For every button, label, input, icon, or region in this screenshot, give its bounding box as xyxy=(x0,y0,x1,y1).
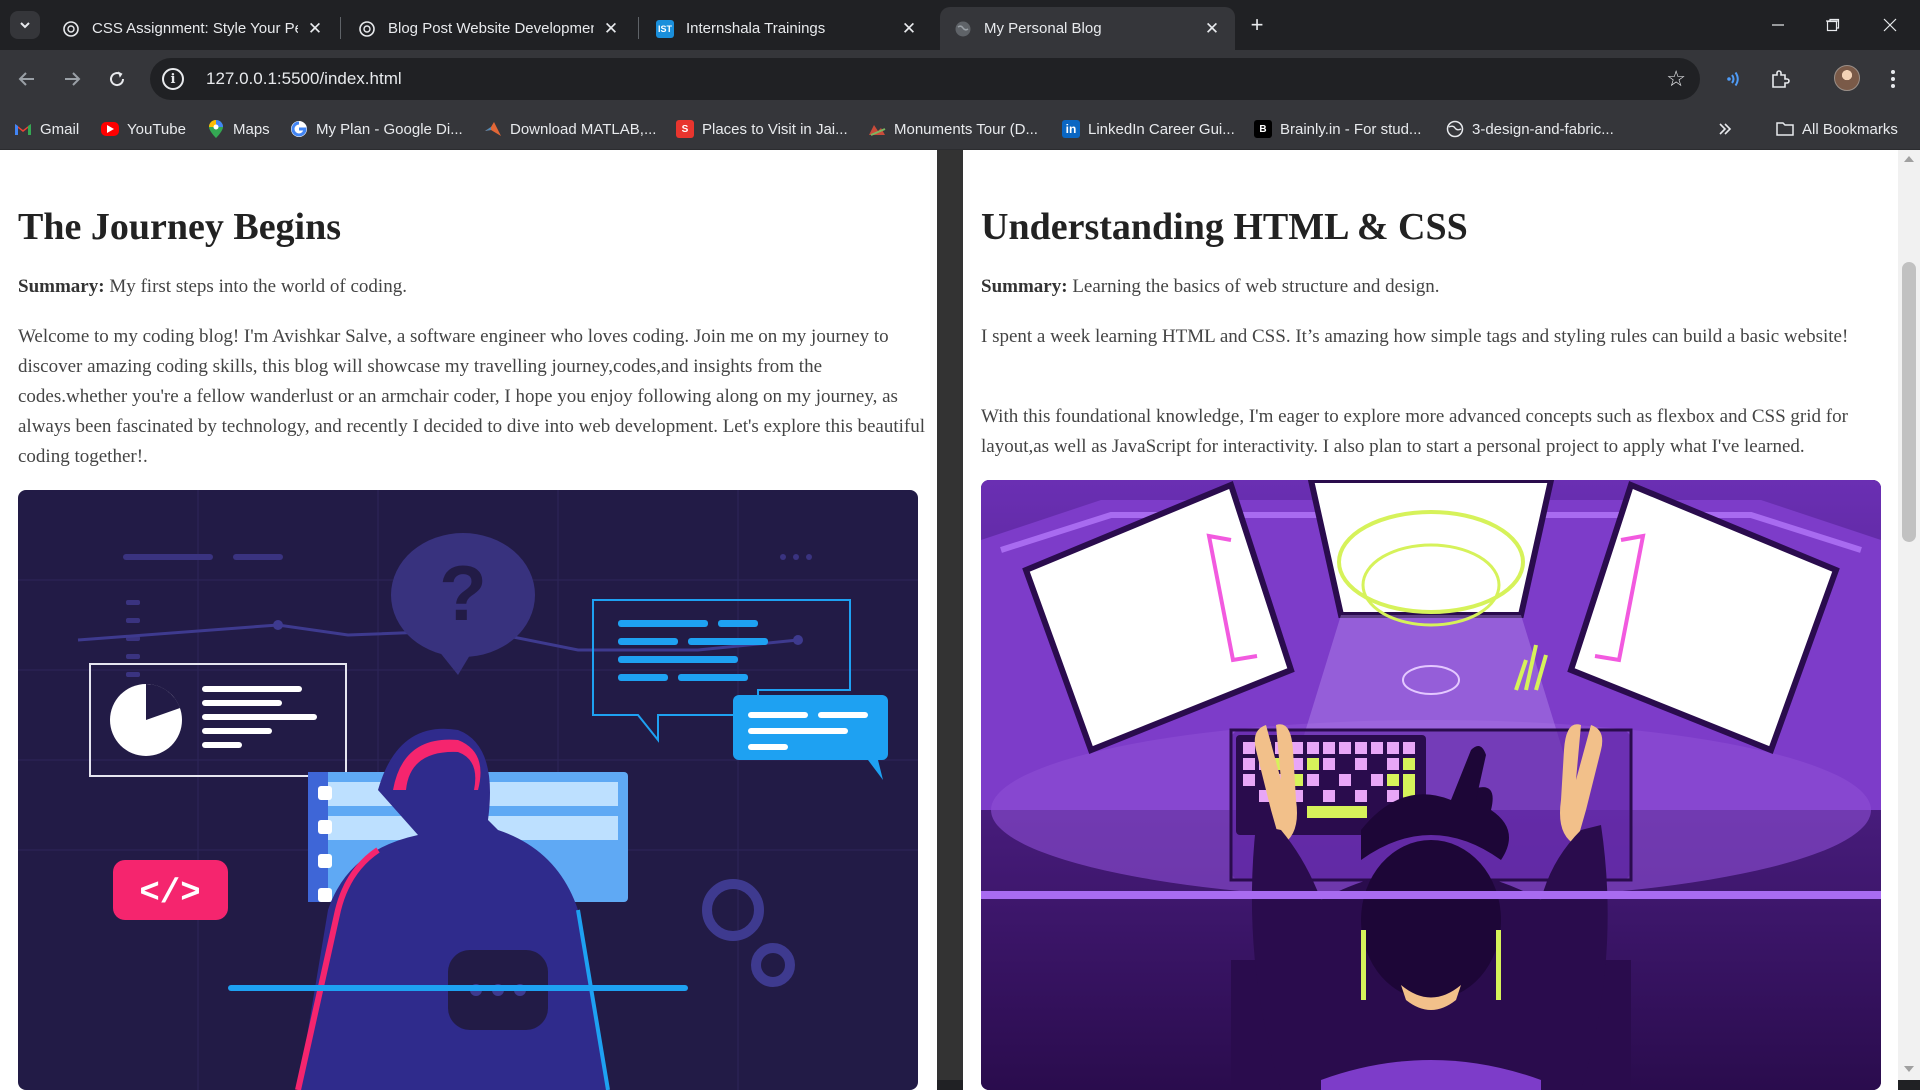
close-icon[interactable]: ✕ xyxy=(306,19,324,38)
minimize-icon[interactable] xyxy=(1758,10,1798,40)
tab-search-button[interactable] xyxy=(10,11,40,39)
bookmark-label: Brainly.in - For stud... xyxy=(1280,120,1422,138)
bookmark-places[interactable]: S Places to Visit in Jai... xyxy=(676,117,848,141)
globe-icon xyxy=(954,20,972,38)
bookmark-matlab[interactable]: Download MATLAB,... xyxy=(484,117,656,141)
monuments-icon xyxy=(868,120,886,138)
restore-icon[interactable] xyxy=(1813,10,1853,40)
matlab-icon xyxy=(484,120,502,138)
chevron-down-icon xyxy=(20,22,30,29)
page-scrollbar[interactable] xyxy=(1898,150,1920,1080)
openai-icon xyxy=(62,20,80,38)
all-bookmarks-button[interactable]: All Bookmarks xyxy=(1776,117,1898,141)
internshala-icon: IST xyxy=(656,19,674,38)
blog-post-card: The Journey Begins Summary: My first ste… xyxy=(0,150,937,1090)
bookmark-brainly[interactable]: B Brainly.in - For stud... xyxy=(1254,117,1421,141)
page-viewport: The Journey Begins Summary: My first ste… xyxy=(0,150,1920,1090)
openai-icon xyxy=(358,20,376,38)
bookmark-gmail[interactable]: Gmail xyxy=(14,117,79,141)
post-title: Understanding HTML & CSS xyxy=(981,206,1468,248)
tab-css-assignment[interactable]: CSS Assignment: Style Your Pers ✕ xyxy=(48,7,338,50)
menu-dots-icon[interactable] xyxy=(1876,62,1910,96)
gaming-setup-illustration xyxy=(981,480,1881,1090)
tab-internshala[interactable]: IST Internshala Trainings ✕ xyxy=(642,7,932,50)
places-icon: S xyxy=(676,120,694,138)
tab-strip: CSS Assignment: Style Your Pers ✕ Blog P… xyxy=(0,0,1920,50)
bookmark-monuments[interactable]: Monuments Tour (D... xyxy=(868,117,1038,141)
bookmark-linkedin[interactable]: in LinkedIn Career Gui... xyxy=(1062,117,1235,141)
close-icon[interactable]: ✕ xyxy=(602,19,620,38)
bookmark-label: LinkedIn Career Gui... xyxy=(1088,120,1235,138)
bookmark-youtube[interactable]: YouTube xyxy=(101,117,186,141)
post-paragraph: I spent a week learning HTML and CSS. It… xyxy=(981,326,1849,347)
profile-avatar[interactable] xyxy=(1834,65,1860,91)
code-tag-text: </> xyxy=(139,875,200,913)
reload-icon[interactable] xyxy=(100,62,134,96)
bookmark-design-fabric[interactable]: 3-design-and-fabric... xyxy=(1446,117,1614,141)
folder-icon xyxy=(1776,120,1794,138)
post-title: The Journey Begins xyxy=(18,206,342,248)
read-aloud-icon[interactable] xyxy=(1716,62,1750,96)
bookmarks-overflow-icon[interactable] xyxy=(1718,117,1732,141)
bookmark-label: All Bookmarks xyxy=(1802,120,1898,138)
bookmark-label: Monuments Tour (D... xyxy=(894,120,1038,138)
bookmark-label: My Plan - Google Di... xyxy=(316,120,463,138)
question-mark-text: ? xyxy=(439,549,487,637)
coding-illustration: ? </> xyxy=(18,490,918,1090)
bookmark-star-icon[interactable]: ☆ xyxy=(1666,66,1686,92)
youtube-icon xyxy=(101,122,119,136)
browser-toolbar: i 127.0.0.1:5500/index.html ☆ xyxy=(0,50,1920,108)
back-icon[interactable] xyxy=(10,62,44,96)
bookmark-label: 3-design-and-fabric... xyxy=(1472,120,1614,138)
post-summary: Summary: My first steps into the world o… xyxy=(18,272,918,302)
tab-title: CSS Assignment: Style Your Pers xyxy=(92,20,298,37)
url-text[interactable]: 127.0.0.1:5500/index.html xyxy=(206,69,1666,89)
scroll-up-icon[interactable] xyxy=(1904,156,1914,162)
scroll-down-icon[interactable] xyxy=(1904,1066,1914,1072)
summary-label: Summary: xyxy=(981,276,1068,297)
tab-title: Internshala Trainings xyxy=(686,20,826,37)
maps-icon xyxy=(207,120,225,138)
tab-blog-post[interactable]: Blog Post Website Developmen ✕ xyxy=(344,7,634,50)
forward-icon[interactable] xyxy=(55,62,89,96)
tab-separator xyxy=(638,17,639,39)
tab-title: My Personal Blog xyxy=(984,20,1102,37)
bookmark-label: Download MATLAB,... xyxy=(510,120,657,138)
tab-title: Blog Post Website Developmen xyxy=(388,20,594,37)
tab-my-personal-blog[interactable]: My Personal Blog ✕ xyxy=(940,7,1235,50)
bookmark-label: Gmail xyxy=(40,120,80,138)
address-bar[interactable]: i 127.0.0.1:5500/index.html ☆ xyxy=(150,58,1700,100)
bookmarks-bar: Gmail YouTube Maps My Plan - Google Di..… xyxy=(0,108,1920,150)
google-icon xyxy=(290,120,308,138)
gmail-icon xyxy=(14,120,32,138)
scrollbar-thumb[interactable] xyxy=(1902,262,1916,542)
tab-separator xyxy=(340,17,341,39)
close-window-icon[interactable] xyxy=(1870,10,1910,40)
blog-post-card: Understanding HTML & CSS Summary: Learni… xyxy=(963,150,1898,1090)
post-summary: Summary: Learning the basics of web stru… xyxy=(981,272,1881,302)
close-icon[interactable]: ✕ xyxy=(900,19,918,38)
brainly-icon: B xyxy=(1254,120,1272,138)
bookmark-label: Places to Visit in Jai... xyxy=(702,120,848,138)
summary-text: My first steps into the world of coding. xyxy=(104,276,407,297)
close-icon[interactable]: ✕ xyxy=(1203,19,1221,38)
bookmark-label: Maps xyxy=(233,120,270,138)
extensions-icon[interactable] xyxy=(1763,62,1797,96)
site-info-icon[interactable]: i xyxy=(162,68,184,90)
post-paragraph: With this foundational knowledge, I'm ea… xyxy=(981,406,1848,457)
summary-text: Learning the basics of web structure and… xyxy=(1067,276,1440,297)
globe-icon xyxy=(1446,120,1464,138)
bookmark-maps[interactable]: Maps xyxy=(207,117,270,141)
post-paragraph: Welcome to my coding blog! I'm Avishkar … xyxy=(18,326,926,467)
bookmark-my-plan[interactable]: My Plan - Google Di... xyxy=(290,117,463,141)
bookmark-label: YouTube xyxy=(127,120,186,138)
new-tab-button[interactable]: + xyxy=(1245,12,1269,37)
linkedin-icon: in xyxy=(1062,120,1080,138)
summary-label: Summary: xyxy=(18,276,105,297)
